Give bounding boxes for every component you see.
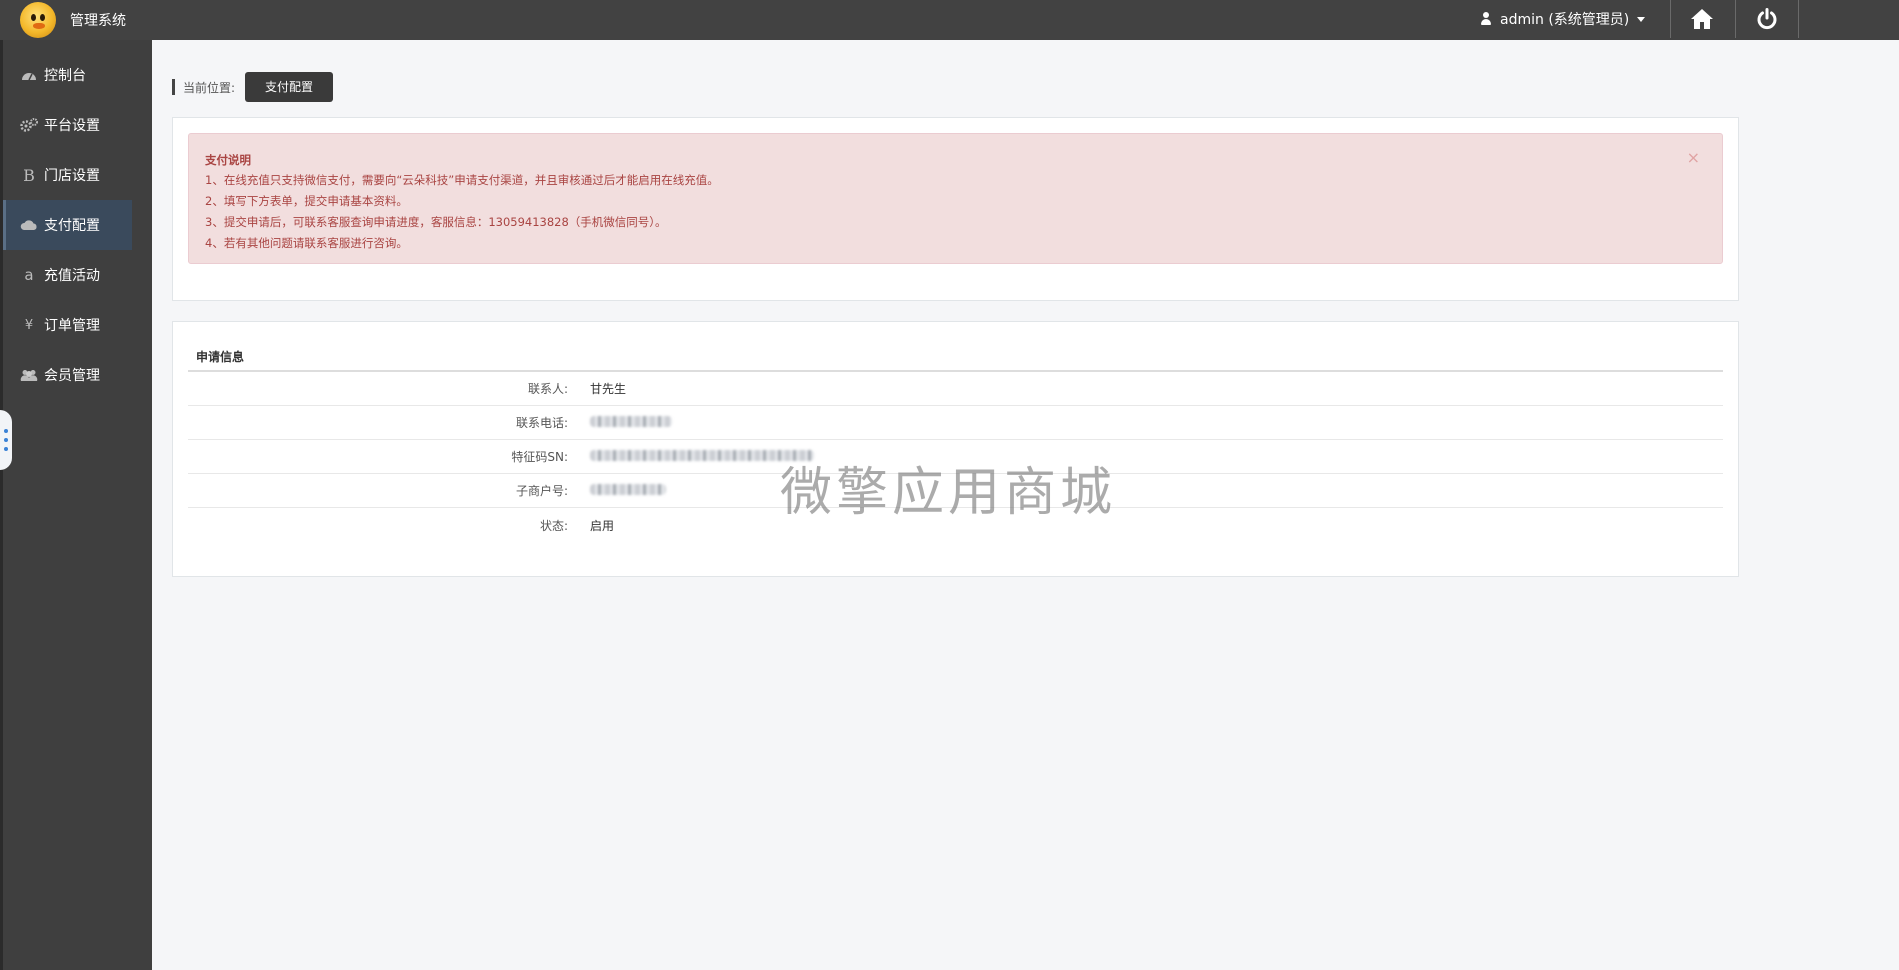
sidebar-item-recharge-activity[interactable]: a 充值活动 — [3, 250, 152, 300]
sidebar-toggle-handle[interactable] — [0, 410, 12, 470]
yen-icon: ¥ — [24, 317, 34, 333]
sidebar-item-label: 支付配置 — [44, 218, 100, 234]
redacted-value — [590, 483, 666, 498]
home-icon — [1691, 9, 1713, 29]
sidebar-item-payment-config[interactable]: 支付配置 — [3, 200, 132, 250]
dashboard-icon — [20, 67, 38, 83]
caret-down-icon — [1637, 16, 1646, 22]
divider — [1798, 0, 1799, 38]
top-bar: 管理系统 admin (系统管理员) — [0, 0, 1899, 40]
alert-line: 2、填写下方表单，提交申请基本资料。 — [205, 194, 408, 208]
sidebar-item-label: 充值活动 — [44, 268, 100, 284]
close-icon[interactable]: × — [1687, 148, 1700, 167]
section-title: 申请信息 — [196, 350, 245, 364]
sidebar-item-dashboard[interactable]: 控制台 — [3, 50, 152, 100]
table-row: 特征码SN: — [188, 440, 1723, 474]
payment-alert: 支付说明 1、在线充值只支持微信支付，需要向“云朵科技”申请支付渠道，并且审核通… — [188, 133, 1723, 264]
breadcrumb-label: 当前位置: — [183, 80, 236, 95]
field-label: 联系电话: — [515, 416, 568, 430]
user-menu[interactable]: admin (系统管理员) — [1480, 9, 1646, 29]
alert-line: 3、提交申请后，可联系客服查询申请进度，客服信息：13059413828（手机微… — [205, 215, 667, 229]
cloud-icon — [20, 217, 38, 233]
table-row: 子商户号: — [188, 474, 1723, 508]
redacted-value — [590, 415, 672, 430]
sidebar-item-label: 控制台 — [44, 68, 86, 84]
info-table: 联系人: 甘先生 联系电话: 特征码SN: 子商户号: 状态: 启用 — [188, 370, 1723, 542]
sidebar-item-platform-settings[interactable]: 平台设置 — [3, 100, 152, 150]
home-button[interactable] — [1671, 0, 1733, 38]
sidebar-item-store-settings[interactable]: B 门店设置 — [3, 150, 152, 200]
field-value: 启用 — [590, 518, 615, 533]
user-icon — [1480, 12, 1492, 26]
logo — [20, 2, 56, 38]
logout-button[interactable] — [1736, 0, 1798, 38]
redacted-value — [590, 449, 814, 464]
field-label: 联系人: — [527, 382, 568, 396]
sidebar-item-label: 订单管理 — [44, 318, 100, 334]
table-row: 联系电话: — [188, 406, 1723, 440]
alert-line: 4、若有其他问题请联系客服进行咨询。 — [205, 236, 408, 250]
field-label: 状态: — [539, 518, 568, 533]
sidebar-item-order-management[interactable]: ¥ 订单管理 — [3, 300, 152, 350]
power-icon — [1757, 8, 1777, 30]
alert-title: 支付说明 — [205, 153, 251, 167]
sidebar-item-label: 平台设置 — [44, 118, 100, 134]
table-row: 联系人: 甘先生 — [188, 372, 1723, 406]
app-title: 管理系统 — [70, 13, 126, 29]
users-icon — [20, 367, 38, 383]
sidebar-item-label: 会员管理 — [44, 368, 100, 384]
field-label: 特征码SN: — [511, 450, 568, 464]
user-name: admin (系统管理员) — [1500, 12, 1630, 28]
sidebar-item-label: 门店设置 — [44, 168, 100, 184]
sidebar-item-member-management[interactable]: 会员管理 — [3, 350, 152, 400]
breadcrumb-current[interactable]: 支付配置 — [245, 72, 334, 102]
field-label: 子商户号: — [515, 484, 568, 498]
notice-panel: 支付说明 1、在线充值只支持微信支付，需要向“云朵科技”申请支付渠道，并且审核通… — [172, 117, 1739, 301]
field-value: 甘先生 — [590, 382, 627, 396]
amazon-a-icon: a — [24, 266, 34, 284]
bold-b-icon: B — [23, 165, 35, 185]
sidebar: 控制台 平台设置 B 门店设置 支付配置 a 充值活动 ¥ 订单管理 会员管理 — [0, 40, 152, 970]
alert-line: 1、在线充值只支持微信支付，需要向“云朵科技”申请支付渠道，并且审核通过后才能启… — [205, 173, 719, 187]
gears-icon — [20, 117, 38, 133]
table-row: 状态: 启用 — [188, 508, 1723, 542]
breadcrumb: 当前位置: 支付配置 — [172, 72, 334, 102]
application-info-panel: 申请信息 联系人: 甘先生 联系电话: 特征码SN: 子商户号: 状态: 启用 — [172, 321, 1739, 577]
